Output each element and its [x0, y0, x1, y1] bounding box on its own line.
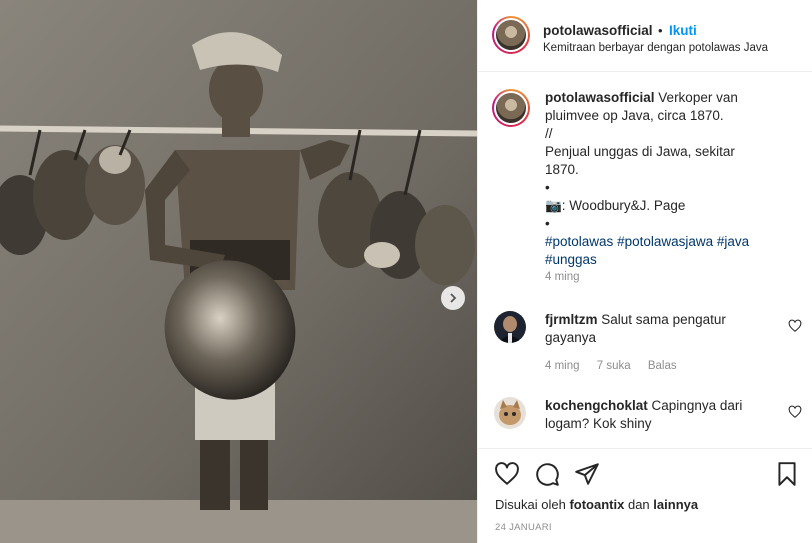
comment-username[interactable]: fjrmltzm: [545, 312, 598, 327]
caption-item: potolawasofficial Verkoper van pluimvee …: [492, 89, 802, 289]
liked-by-summary: Disukai oleh fotoantix dan lainnya: [495, 497, 698, 512]
hashtag-link[interactable]: #java: [717, 234, 749, 249]
liked-by-user[interactable]: fotoantix: [569, 497, 624, 512]
carousel-next-button[interactable]: [441, 286, 465, 310]
post-photo[interactable]: [0, 0, 477, 543]
liked-by-others-link[interactable]: lainnya: [653, 497, 698, 512]
caption-meta: 4 ming: [545, 271, 594, 283]
comment-like-heart-icon[interactable]: [788, 319, 802, 333]
hashtag-link[interactable]: #potolawasjawa: [617, 234, 713, 249]
comment-username[interactable]: kochengchoklat: [545, 398, 648, 413]
comment-icon[interactable]: [534, 461, 560, 487]
comment-like-heart-icon[interactable]: [788, 405, 802, 419]
liked-by-conj: dan: [627, 497, 650, 512]
follow-button[interactable]: Ikuti: [669, 23, 697, 38]
chevron-right-icon: [450, 293, 457, 303]
comment-content: fjrmltzm Salut sama pengatur gayanya: [545, 311, 770, 347]
reply-button[interactable]: Balas: [648, 360, 677, 372]
header-avatar[interactable]: [492, 16, 530, 54]
heart-icon[interactable]: [494, 461, 520, 487]
post-header: potolawasofficial • Ikuti Kemitraan berb…: [478, 0, 812, 72]
comment-content: kochengchoklat Capingnya dari logam? Kok…: [545, 397, 770, 433]
header-username[interactable]: potolawasofficial: [543, 23, 653, 38]
comment-meta: 4 ming 7 suka Balas: [545, 360, 691, 372]
send-icon[interactable]: [574, 461, 600, 487]
comments-list[interactable]: potolawasofficial Verkoper van pluimvee …: [478, 73, 812, 448]
caption-username[interactable]: potolawasofficial: [545, 90, 655, 105]
paid-partnership-label[interactable]: Kemitraan berbayar dengan potolawas Java: [543, 41, 773, 56]
caption-text: Verkoper van pluimvee op Java, circa 187…: [545, 90, 738, 231]
post-side-panel: potolawasofficial • Ikuti Kemitraan berb…: [477, 0, 812, 543]
hashtag-link[interactable]: #unggas: [545, 252, 597, 267]
comment-time[interactable]: 4 ming: [545, 360, 580, 372]
comment-item: fjrmltzm Salut sama pengatur gayanya 4 m…: [492, 311, 802, 381]
comment-item: kochengchoklat Capingnya dari logam? Kok…: [492, 397, 802, 447]
post-actions: Disukai oleh fotoantix dan lainnya 24 JA…: [478, 448, 812, 543]
header-separator: •: [658, 23, 663, 38]
commenter-avatar[interactable]: [494, 311, 526, 343]
caption-time[interactable]: 4 ming: [545, 271, 580, 283]
commenter-avatar[interactable]: [494, 397, 526, 429]
bookmark-icon[interactable]: [774, 461, 800, 487]
liked-by-prefix: Disukai oleh: [495, 497, 566, 512]
caption-avatar[interactable]: [492, 89, 530, 127]
comment-like-count[interactable]: 7 suka: [597, 360, 631, 372]
caption-content: potolawasofficial Verkoper van pluimvee …: [545, 89, 770, 269]
hashtag-link[interactable]: #potolawas: [545, 234, 613, 249]
post-date[interactable]: 24 JANUARI: [495, 522, 552, 533]
post-photo-image: [0, 0, 477, 543]
